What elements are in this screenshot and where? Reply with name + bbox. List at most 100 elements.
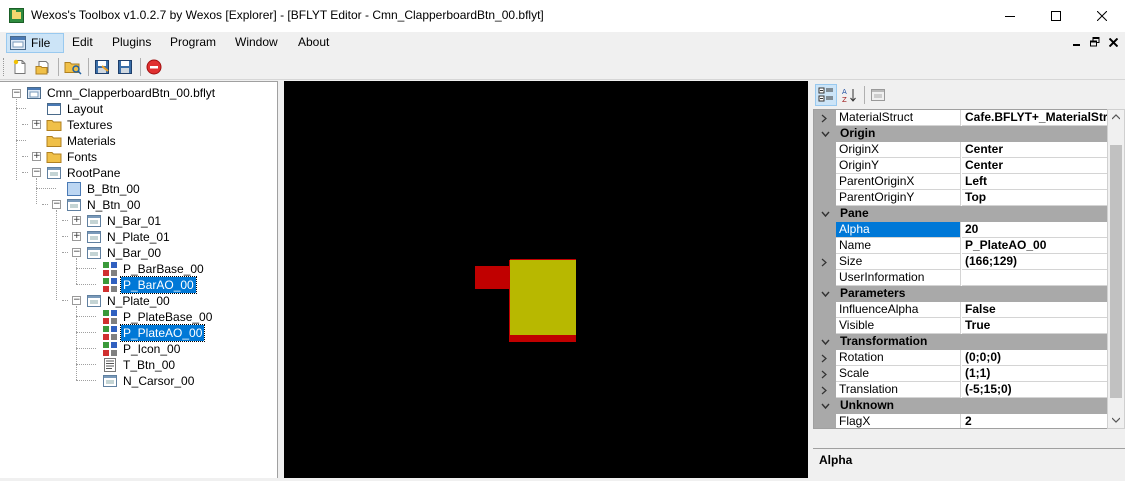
property-row[interactable]: InfluenceAlpha False (814, 302, 1107, 318)
property-row[interactable]: Translation (-5;15;0) (814, 382, 1107, 398)
property-row[interactable]: OriginX Center (814, 142, 1107, 158)
property-value[interactable]: 20 (962, 222, 1107, 238)
collapse-toggle[interactable]: − (32, 168, 41, 177)
expand-toggle[interactable]: + (72, 232, 81, 241)
chevron-right-icon[interactable] (821, 258, 827, 267)
expand-toggle[interactable]: + (32, 152, 41, 161)
property-row[interactable]: Visible True (814, 318, 1107, 334)
property-pages-button[interactable] (867, 84, 889, 106)
property-row[interactable]: Size (166;129) (814, 254, 1107, 270)
property-value[interactable]: Center (962, 158, 1107, 174)
property-category[interactable]: Pane (814, 206, 1107, 222)
pane-icon (87, 247, 101, 259)
property-category[interactable]: Unknown (814, 398, 1107, 414)
property-category[interactable]: Parameters (814, 286, 1107, 302)
property-value[interactable]: P_PlateAO_00 (962, 238, 1107, 254)
property-row[interactable]: Rotation (0;0;0) (814, 350, 1107, 366)
property-row[interactable]: UserInformation (814, 270, 1107, 286)
categorized-button[interactable] (815, 84, 837, 106)
scroll-down-icon[interactable] (1112, 417, 1120, 423)
property-row[interactable]: MaterialStruct Cafe.BFLYT+_MaterialStr (814, 110, 1107, 126)
chevron-right-icon[interactable] (821, 370, 827, 379)
toolbar-grip[interactable] (3, 58, 6, 76)
property-row[interactable]: ParentOriginX Left (814, 174, 1107, 190)
property-value[interactable]: (166;129) (962, 254, 1107, 270)
property-value[interactable]: Center (962, 142, 1107, 158)
chevron-down-icon[interactable] (821, 402, 830, 411)
minimize-button[interactable] (987, 0, 1033, 32)
property-value[interactable]: Top (962, 190, 1107, 206)
maximize-button[interactable] (1033, 0, 1079, 32)
toolbar-separator (88, 58, 89, 76)
property-row[interactable]: ParentOriginY Top (814, 190, 1107, 206)
mdi-close-button[interactable] (1106, 35, 1120, 49)
property-row[interactable]: OriginY Center (814, 158, 1107, 174)
close-icon (1097, 11, 1107, 21)
property-name: ParentOriginX (836, 174, 961, 190)
text-icon (104, 358, 116, 372)
property-value[interactable]: Cafe.BFLYT+_MaterialStr (962, 110, 1107, 126)
property-value[interactable]: Left (962, 174, 1107, 190)
collapse-toggle[interactable]: − (12, 89, 21, 98)
chevron-right-icon[interactable] (821, 386, 827, 395)
property-grid-scrollbar[interactable] (1107, 109, 1125, 429)
layout-tree[interactable]: − + + − − + + − − Cmn_ClapperboardBtn_00… (0, 81, 278, 478)
property-value[interactable]: (1;1) (962, 366, 1107, 382)
layout-preview-canvas[interactable] (284, 81, 808, 478)
property-name: Name (836, 238, 961, 254)
menu-program[interactable]: Program (170, 33, 216, 53)
chevron-down-icon[interactable] (821, 290, 830, 299)
save-button[interactable] (92, 57, 112, 77)
property-value[interactable]: 2 (962, 414, 1107, 428)
property-row-gutter (814, 366, 836, 382)
mdi-restore-button[interactable] (1088, 35, 1102, 49)
property-category[interactable]: Origin (814, 126, 1107, 142)
toolbar (0, 54, 1125, 80)
property-row[interactable]: FlagX 2 (814, 414, 1107, 428)
property-value[interactable] (962, 270, 1107, 286)
folder-icon (46, 152, 62, 163)
collapse-toggle[interactable]: − (72, 248, 81, 257)
property-category[interactable]: Transformation (814, 334, 1107, 350)
collapse-toggle[interactable]: − (52, 200, 61, 209)
scrollbar-thumb[interactable] (1110, 145, 1122, 398)
expand-toggle[interactable]: + (72, 216, 81, 225)
menu-file[interactable]: File (6, 33, 64, 53)
chevron-down-icon[interactable] (821, 210, 830, 219)
menu-edit[interactable]: Edit (72, 33, 93, 53)
property-grid[interactable]: MaterialStruct Cafe.BFLYT+_MaterialStr Ori… (813, 109, 1107, 429)
property-description-pane: Alpha (813, 448, 1125, 478)
menu-window[interactable]: Window (235, 33, 278, 53)
maximize-icon (1051, 11, 1061, 21)
menu-plugins[interactable]: Plugins (112, 33, 151, 53)
new-folder-button[interactable] (33, 57, 53, 77)
collapse-toggle[interactable]: − (72, 296, 81, 305)
chevron-right-icon[interactable] (821, 114, 827, 123)
alphabetical-button[interactable]: A Z (838, 84, 860, 106)
property-row[interactable]: Alpha 20 (814, 222, 1107, 238)
save-all-button[interactable] (115, 57, 135, 77)
property-row[interactable]: Name P_PlateAO_00 (814, 238, 1107, 254)
expand-toggle[interactable]: + (32, 120, 41, 129)
pane-icon (47, 167, 61, 179)
mdi-minimize-button[interactable] (1070, 35, 1084, 49)
property-row[interactable]: Scale (1;1) (814, 366, 1107, 382)
scroll-up-icon[interactable] (1112, 114, 1120, 120)
close-button[interactable] (1079, 0, 1125, 32)
chevron-right-icon[interactable] (821, 354, 827, 363)
property-value[interactable]: True (962, 318, 1107, 334)
picture-icon (103, 278, 117, 292)
property-value[interactable]: (-5;15;0) (962, 382, 1107, 398)
stop-button[interactable] (144, 57, 164, 77)
chevron-down-icon[interactable] (821, 130, 830, 139)
open-folder-button[interactable] (63, 57, 83, 77)
chevron-down-icon[interactable] (821, 338, 830, 347)
menu-about[interactable]: About (298, 33, 329, 53)
stop-icon (146, 59, 162, 75)
categorized-icon (818, 87, 833, 102)
property-value[interactable]: False (962, 302, 1107, 318)
plate-top-edge (510, 259, 576, 260)
new-file-button[interactable] (10, 57, 30, 77)
pane-icon (87, 215, 101, 227)
property-value[interactable]: (0;0;0) (962, 350, 1107, 366)
